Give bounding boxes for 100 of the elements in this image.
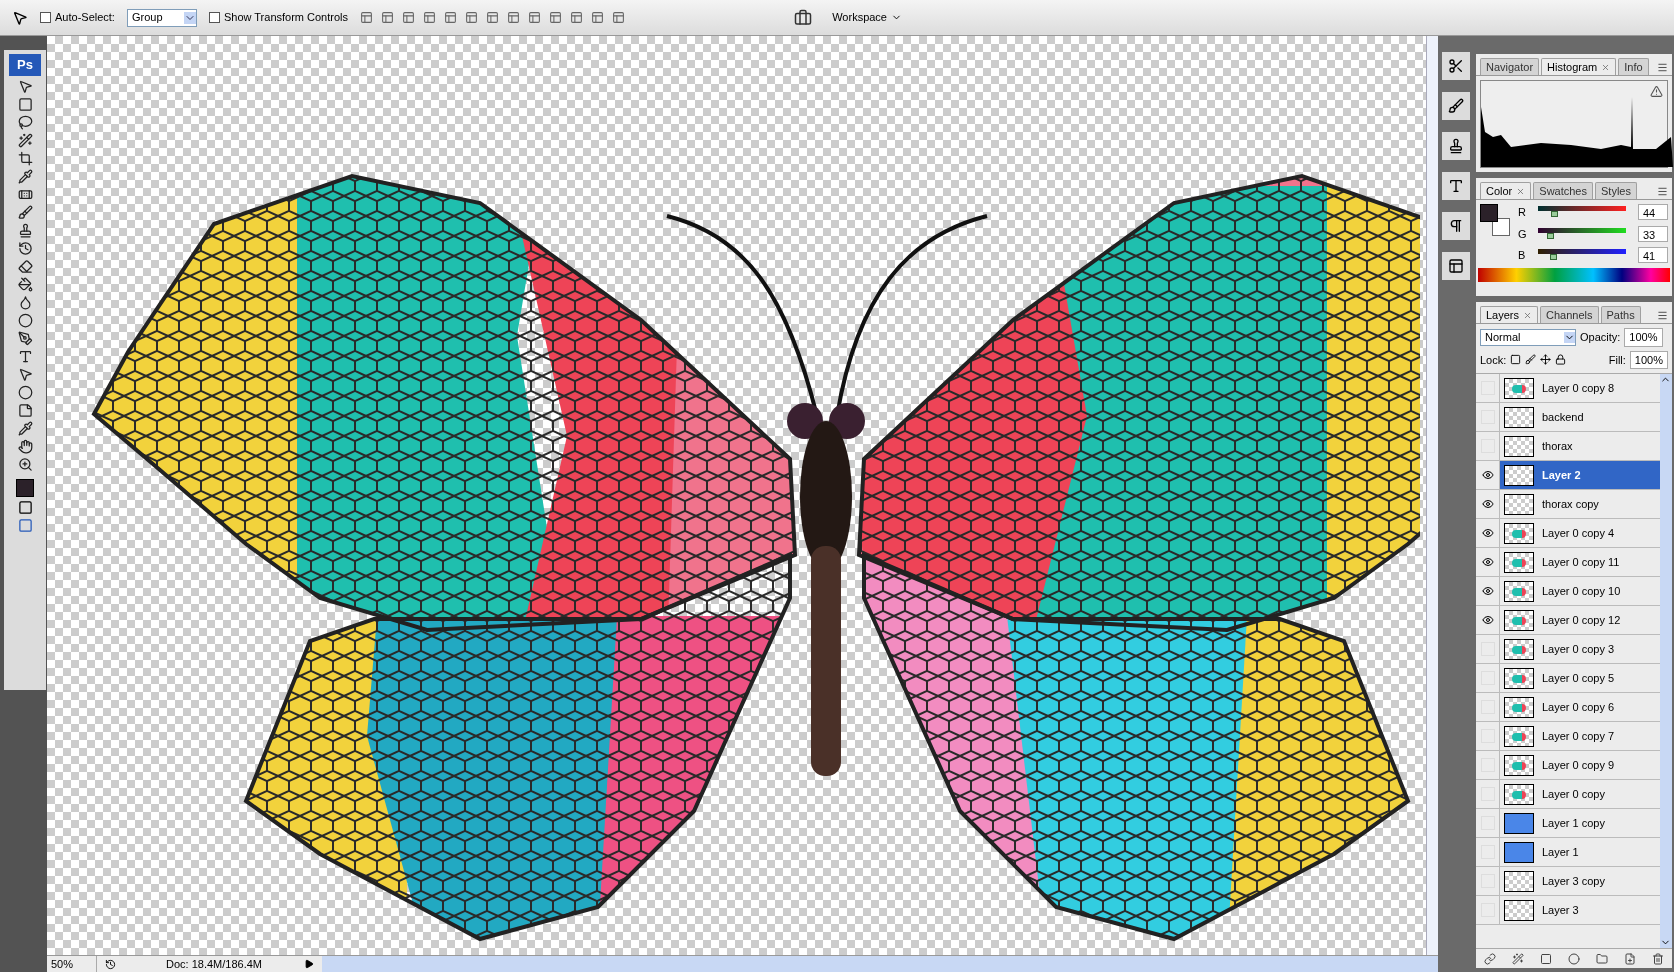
panel-tab[interactable]: Channels — [1540, 306, 1599, 323]
tool-icon[interactable] — [17, 205, 33, 220]
layer-row[interactable]: Layer 1 — [1476, 838, 1660, 867]
tool-icon[interactable] — [17, 367, 33, 382]
layer-row[interactable]: Layer 0 copy 7 — [1476, 722, 1660, 751]
tool-icon[interactable] — [17, 133, 33, 148]
layer-row[interactable]: Layer 2 — [1476, 461, 1660, 490]
tool-icon[interactable] — [17, 457, 33, 472]
panel-tab[interactable]: Styles — [1595, 182, 1637, 199]
eye-icon[interactable] — [1481, 585, 1494, 597]
blend-mode-dropdown[interactable]: Normal — [1480, 328, 1576, 346]
slider-thumb[interactable] — [1550, 254, 1558, 261]
tool-icon[interactable] — [17, 223, 33, 238]
tool-icon[interactable] — [17, 421, 33, 436]
eye-icon[interactable] — [1481, 614, 1494, 626]
layer-row[interactable]: Layer 0 copy 10 — [1476, 577, 1660, 606]
layer-row[interactable]: Layer 0 copy 5 — [1476, 664, 1660, 693]
warning-icon[interactable] — [1650, 85, 1663, 98]
opacity-field[interactable]: 100% — [1624, 328, 1663, 347]
layer-row[interactable]: Layer 0 copy 11 — [1476, 548, 1660, 577]
layer-row[interactable]: Layer 0 copy 4 — [1476, 519, 1660, 548]
horizontal-scrollbar[interactable] — [322, 956, 1438, 972]
layer-row[interactable]: Layer 0 copy 12 — [1476, 606, 1660, 635]
status-icon[interactable] — [105, 958, 116, 970]
tool-icon[interactable] — [17, 241, 33, 256]
tool-icon[interactable] — [17, 115, 33, 130]
eye-icon[interactable] — [1481, 469, 1494, 481]
eye-icon[interactable] — [1481, 498, 1494, 510]
panel-tab[interactable]: Info — [1618, 58, 1649, 75]
tool-icon[interactable] — [17, 295, 33, 310]
tool-icon[interactable] — [17, 277, 33, 292]
layer-row[interactable]: thorax copy — [1476, 490, 1660, 519]
lock-position-icon[interactable] — [1540, 354, 1552, 366]
fill-field[interactable]: 100% — [1629, 350, 1668, 369]
link-icon[interactable] — [1484, 952, 1496, 965]
lock-icon[interactable] — [1555, 354, 1567, 366]
panel-tab[interactable]: Paths — [1600, 306, 1641, 323]
lock-pixels-icon[interactable] — [1525, 354, 1537, 366]
layer-row[interactable]: Layer 0 copy 8 — [1476, 374, 1660, 403]
dock-button[interactable] — [1442, 212, 1470, 240]
tool-icon[interactable] — [17, 79, 33, 94]
tool-icon[interactable] — [17, 169, 33, 184]
close-icon[interactable] — [1601, 62, 1611, 72]
checkbox[interactable] — [208, 12, 220, 23]
foreground-color-swatch[interactable] — [1480, 204, 1498, 222]
panel-menu-icon[interactable] — [1657, 186, 1668, 197]
channel-value-field[interactable]: 41 — [1638, 247, 1668, 264]
channel-value-field[interactable]: 44 — [1638, 204, 1668, 221]
tool-icon[interactable] — [17, 151, 33, 166]
layer-row[interactable]: backend — [1476, 403, 1660, 432]
panel-tab[interactable]: Navigator — [1480, 58, 1540, 75]
tool-icon[interactable] — [17, 439, 33, 454]
trash-icon[interactable] — [1652, 952, 1664, 965]
tool-icon[interactable] — [17, 97, 33, 112]
eye-icon[interactable] — [1481, 556, 1494, 568]
tool-icon[interactable] — [17, 349, 33, 364]
close-icon[interactable] — [1523, 310, 1533, 320]
vertical-scrollbar[interactable] — [1426, 36, 1438, 955]
play-icon[interactable] — [304, 959, 314, 969]
panel-tab[interactable]: Color — [1480, 182, 1532, 199]
tool-icon[interactable] — [17, 259, 33, 274]
foreground-color-swatch[interactable] — [16, 479, 34, 497]
slider-thumb[interactable] — [1551, 211, 1559, 218]
panel-tab[interactable]: Histogram — [1541, 58, 1617, 75]
background-color-swatch[interactable] — [1492, 218, 1510, 236]
dock-button[interactable] — [1442, 132, 1470, 160]
panel-tab[interactable]: Layers — [1480, 306, 1539, 323]
dock-button[interactable] — [1442, 172, 1470, 200]
slider-thumb[interactable] — [1547, 232, 1555, 239]
layer-row[interactable]: Layer 3 copy — [1476, 867, 1660, 896]
lock-transparency-icon[interactable] — [1510, 354, 1522, 366]
layer-row[interactable]: Layer 0 copy 9 — [1476, 751, 1660, 780]
channel-value-field[interactable]: 33 — [1638, 225, 1668, 242]
tool-icon[interactable] — [17, 403, 33, 418]
layer-row[interactable]: Layer 1 copy — [1476, 809, 1660, 838]
quick-mask-icon[interactable] — [17, 500, 33, 515]
layer-row[interactable]: Layer 3 — [1476, 896, 1660, 925]
panel-menu-icon[interactable] — [1657, 310, 1668, 321]
tool-icon[interactable] — [17, 313, 33, 328]
eye-icon[interactable] — [1481, 527, 1494, 539]
dock-button[interactable] — [1442, 252, 1470, 280]
layers-scrollbar[interactable] — [1660, 374, 1672, 948]
dock-button[interactable] — [1442, 52, 1470, 80]
workspace-menu[interactable]: Workspace — [824, 9, 910, 26]
layer-row[interactable]: Layer 0 copy — [1476, 780, 1660, 809]
auto-select-dropdown[interactable]: Group — [126, 8, 197, 27]
move-tool-icon[interactable] — [12, 9, 28, 26]
close-icon[interactable] — [1516, 186, 1526, 196]
new-layer-icon[interactable] — [1624, 952, 1636, 965]
tool-icon[interactable] — [17, 331, 33, 346]
dock-button[interactable] — [1442, 92, 1470, 120]
panel-tab[interactable]: Swatches — [1533, 182, 1593, 199]
panel-menu-icon[interactable] — [1657, 62, 1668, 73]
layer-row[interactable]: Layer 0 copy 6 — [1476, 693, 1660, 722]
tool-icon[interactable] — [17, 187, 33, 202]
color-spectrum[interactable] — [1478, 267, 1670, 282]
tool-icon[interactable] — [17, 385, 33, 400]
checkbox[interactable] — [40, 12, 51, 23]
folder-icon[interactable] — [1596, 952, 1608, 965]
layer-row[interactable]: Layer 0 copy 3 — [1476, 635, 1660, 664]
